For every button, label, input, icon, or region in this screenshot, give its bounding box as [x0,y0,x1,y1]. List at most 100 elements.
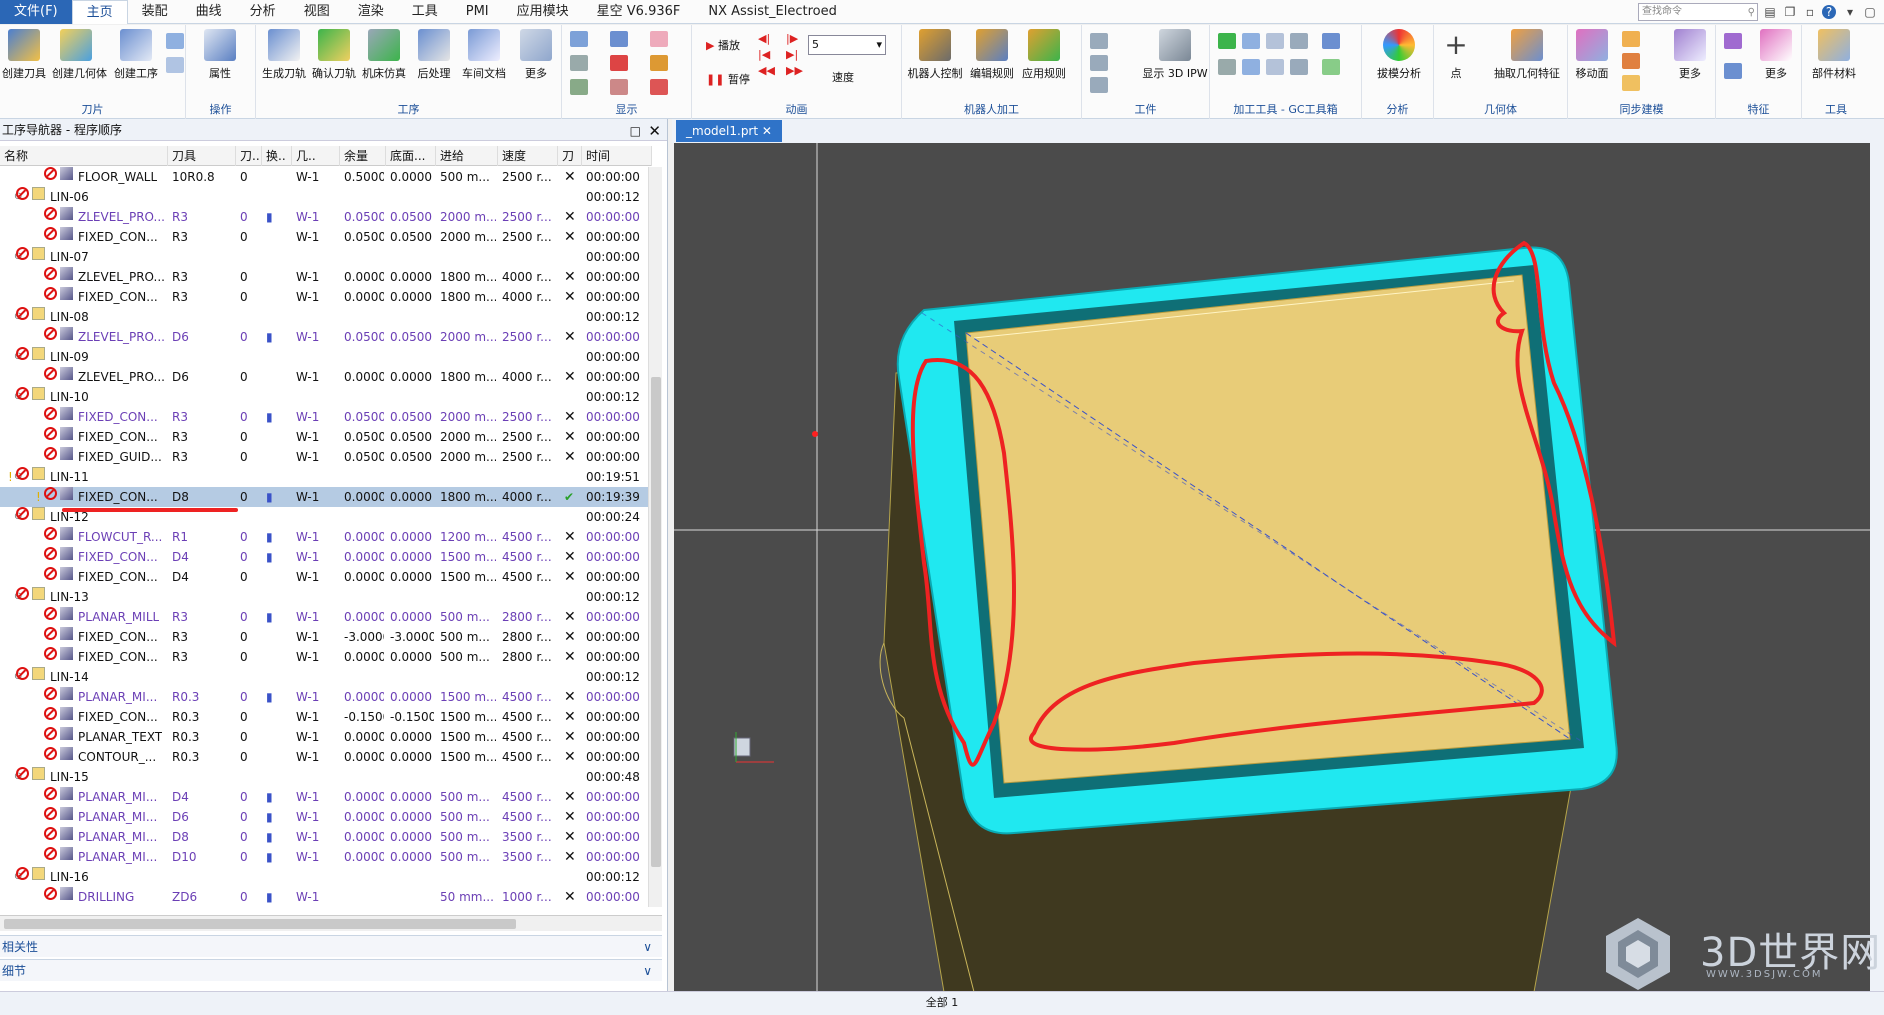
play-button[interactable]: ▶ 播放 [706,37,740,53]
column-header[interactable]: 速度 [498,146,558,166]
tab-pmi[interactable]: PMI [452,0,503,24]
operation-row[interactable]: FIXED_CON... R3 0 W-1 0.0500 0.0500 2000 m... 2… [0,427,648,447]
machine-simulation-button[interactable]: 机床仿真 [360,29,408,81]
display-icon-7[interactable] [650,31,668,47]
details-section[interactable]: 细节 ∨ [0,959,662,981]
gc-icon-2[interactable] [1242,33,1260,49]
operation-row[interactable]: PLANAR_MI... D8 0 ▮ W-1 0.0000 0.0000 500 m... 3… [0,827,648,847]
vertical-scrollbar[interactable] [648,167,662,907]
workpiece-icon-1[interactable] [1090,33,1108,49]
operation-more-button[interactable]: 更多 [512,29,560,81]
create-tool-button[interactable]: 创建刀具 [0,29,48,81]
operation-row[interactable]: FIXED_CON... R3 0 W-1 0.0000 0.0000 1800 m... 4… [0,287,648,307]
move-face-button[interactable]: 移动面 [1568,29,1616,81]
horizontal-scrollbar[interactable] [0,915,662,931]
operation-row[interactable]: ZLEVEL_PRO... D6 0 ▮ W-1 0.0500 0.0500 2000 m..… [0,327,648,347]
program-group-row[interactable]: ⊖ LIN-08 00:00:12 [0,307,648,327]
extract-geometry-button[interactable]: 抽取几何特征 [1490,29,1564,81]
gc-icon-6[interactable] [1218,59,1236,75]
pause-button[interactable]: ❚❚ 暂停 [706,71,750,87]
sync-icon-2[interactable] [1622,53,1640,69]
operation-row[interactable]: ! FIXED_CON... D8 0 ▮ W-1 0.0000 0.0000 1800 m..… [0,487,648,507]
feature-more-button[interactable]: 更多 [1752,29,1800,81]
tab-application[interactable]: 应用模块 [503,0,583,24]
operation-row[interactable]: FIXED_CON... R3 0 W-1 0.0000 0.0000 500 m... 28… [0,647,648,667]
tab-analysis[interactable]: 分析 [236,0,290,24]
close-icon[interactable]: ✕ [762,124,772,138]
gc-icon-8[interactable] [1266,59,1284,75]
small-program-icon[interactable] [166,33,184,49]
tab-curve[interactable]: 曲线 [182,0,236,24]
create-geometry-button[interactable]: 创建几何体 [52,29,107,81]
operation-row[interactable]: ZLEVEL_PRO... R3 0 ▮ W-1 0.0500 0.0500 2000 m..… [0,207,648,227]
operation-row[interactable]: FLOWCUT_R... R1 0 ▮ W-1 0.0000 0.0000 1200 m...… [0,527,648,547]
restore-icon[interactable]: ❐ [1782,4,1798,20]
command-search-input[interactable]: 查找命令 ⚲ [1638,3,1758,21]
show-3d-ipw-button[interactable]: 显示 3D IPW [1142,29,1208,81]
scroll-thumb[interactable] [651,377,661,867]
draft-analysis-button[interactable]: 拔模分析 [1372,29,1426,81]
window-menu-icon[interactable]: ▾ [1842,4,1858,20]
column-header[interactable]: 刀具 [168,146,236,166]
gc-check-icon[interactable] [1218,33,1236,49]
properties-button[interactable]: 属性 [196,29,244,81]
scroll-thumb[interactable] [4,919,516,929]
column-header[interactable]: 底面... [386,146,436,166]
operation-row[interactable]: FIXED_CON... R3 0 ▮ W-1 0.0500 0.0500 2000 m...… [0,407,648,427]
operation-row[interactable]: CONTOUR_... R0.3 0 W-1 0.0000 0.0000 1500 m...… [0,747,648,767]
operation-row[interactable]: PLANAR_MILL R3 0 ▮ W-1 0.0000 0.0000 500 m... 28… [0,607,648,627]
tab-home[interactable]: 主页 [71,0,128,24]
operation-row[interactable]: ZLEVEL_PRO... R3 0 W-1 0.0000 0.0000 1800 m...… [0,267,648,287]
operation-row[interactable]: PLANAR_TEXT R0.3 0 W-1 0.0000 0.0000 1500 m...… [0,727,648,747]
tab-view[interactable]: 视图 [290,0,344,24]
document-tab[interactable]: _model1.prt ✕ [676,120,782,142]
postprocess-button[interactable]: 后处理 [410,29,458,81]
gc-icon-5[interactable] [1322,33,1340,49]
gc-icon-3[interactable] [1266,33,1284,49]
program-group-row[interactable]: ⊖ LIN-07 00:00:00 [0,247,648,267]
display-icon-1[interactable] [570,31,588,47]
display-icon-5[interactable] [610,55,628,71]
column-header[interactable]: 时间 [582,146,652,166]
gc-icon-4[interactable] [1290,33,1308,49]
generate-toolpath-button[interactable]: 生成刀轨 [260,29,308,81]
small-method-icon[interactable] [166,57,184,73]
program-group-row[interactable]: ⊖ LIN-10 00:00:12 [0,387,648,407]
file-menu-tab[interactable]: 文件(F) [0,0,72,24]
program-group-row[interactable]: ⊖ LIN-13 00:00:12 [0,587,648,607]
gc-icon-9[interactable] [1290,59,1308,75]
close-icon[interactable]: ✕ [648,120,661,142]
sync-icon-3[interactable] [1622,75,1640,91]
tab-nx-assist[interactable]: NX Assist_Electroed [694,0,851,24]
column-header[interactable]: 余量 [340,146,386,166]
operation-row[interactable]: FIXED_CON... R3 0 W-1 -3.0000 -3.0000 500 m...… [0,627,648,647]
tab-xingkong[interactable]: 星空 V6.936F [583,0,695,24]
fullscreen-icon[interactable]: ▢ [1862,4,1878,20]
display-icon-2[interactable] [570,55,588,71]
program-group-row[interactable]: ⊖ LIN-09 00:00:00 [0,347,648,367]
tab-assembly[interactable]: 装配 [128,0,182,24]
feature-icon-2[interactable] [1724,63,1742,79]
column-header[interactable]: 刀 [558,146,582,166]
display-icon-3[interactable] [570,79,588,95]
sync-more-button[interactable]: 更多 [1666,29,1714,81]
operation-row[interactable]: DRILLING ZD6 0 ▮ W-1 50 mm... 1000 r... ✕ 00:00:… [0,887,648,907]
verify-toolpath-button[interactable]: 确认刀轨 [310,29,358,81]
minimize-icon[interactable]: ▫ [1802,4,1818,20]
display-icon-9[interactable] [650,79,668,95]
column-header[interactable]: 几.. [292,146,340,166]
display-icon-6[interactable] [610,79,628,95]
operation-row[interactable]: FIXED_CON... R0.3 0 W-1 -0.1500 -0.1500 1500 m… [0,707,648,727]
column-header[interactable]: 进给 [436,146,498,166]
ribbon-options-icon[interactable]: ▤ [1762,4,1778,20]
tab-tools[interactable]: 工具 [398,0,452,24]
column-header[interactable]: 刀.. [236,146,262,166]
step-controls[interactable]: ◀| |◀ ◀◀ [758,31,775,79]
operation-row[interactable]: FIXED_GUID... R3 0 W-1 0.0500 0.0500 2000 m...… [0,447,648,467]
column-header[interactable]: 名称 [0,146,168,166]
operation-row[interactable]: PLANAR_MI... D10 0 ▮ W-1 0.0000 0.0000 500 m...… [0,847,648,867]
program-group-row[interactable]: ⊖ LIN-16 00:00:12 [0,867,648,887]
gc-icon-7[interactable] [1242,59,1260,75]
operation-row[interactable]: PLANAR_MI... R0.3 0 ▮ W-1 0.0000 0.0000 1500 m.… [0,687,648,707]
display-icon-8[interactable] [650,55,668,71]
